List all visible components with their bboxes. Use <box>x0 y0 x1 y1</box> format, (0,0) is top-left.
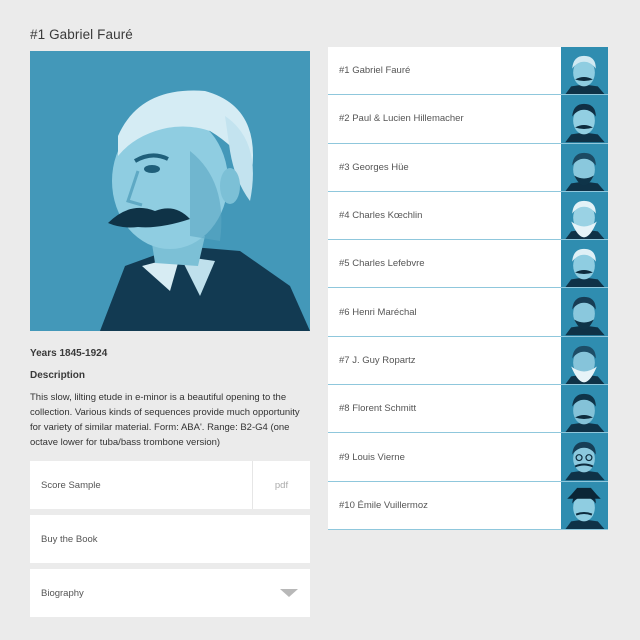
description-text: This slow, lilting etude in e-minor is a… <box>30 392 300 448</box>
composer-thumbnail <box>561 240 608 288</box>
composer-name: #9 Louis Vierne <box>339 451 405 463</box>
composer-thumbnail <box>561 385 608 433</box>
pdf-link[interactable]: pdf <box>252 461 310 509</box>
description-heading: Description <box>30 370 86 381</box>
buy-book-label: Buy the Book <box>41 533 98 545</box>
composer-list-item[interactable]: #3 Georges Hüe <box>328 143 608 192</box>
page-title: #1 Gabriel Fauré <box>30 27 133 42</box>
buy-book-button[interactable]: Buy the Book <box>30 515 310 563</box>
composer-name: #1 Gabriel Fauré <box>339 65 411 77</box>
composer-name: #4 Charles Kœchlin <box>339 210 423 222</box>
score-sample-label: Score Sample <box>41 479 101 491</box>
composer-thumbnail <box>561 47 608 95</box>
composer-name: #2 Paul & Lucien Hillemacher <box>339 113 464 125</box>
composer-name: #8 Florent Schmitt <box>339 403 417 415</box>
composer-name: #10 Émile Vuillermoz <box>339 499 428 511</box>
composer-thumbnail <box>561 288 608 336</box>
composer-list-item[interactable]: #4 Charles Kœchlin <box>328 191 608 241</box>
composer-list-item[interactable]: #8 Florent Schmitt <box>328 385 608 434</box>
composer-thumbnail <box>561 481 608 529</box>
composer-list-item[interactable]: #5 Charles Lefebvre <box>328 240 608 289</box>
composer-name: #6 Henri Maréchal <box>339 306 417 318</box>
composer-list-item[interactable]: #9 Louis Vierne <box>328 433 608 482</box>
composer-list-item[interactable]: #6 Henri Maréchal <box>328 288 608 337</box>
composer-list-item[interactable]: #2 Paul & Lucien Hillemacher <box>328 95 608 144</box>
composer-name: #3 Georges Hüe <box>339 161 409 173</box>
composer-portrait <box>30 51 310 331</box>
composer-list-item[interactable]: #10 Émile Vuillermoz <box>328 481 608 530</box>
composer-thumbnail <box>561 336 608 385</box>
composer-list-item[interactable]: #7 J. Guy Ropartz <box>328 336 608 386</box>
chevron-down-icon <box>280 589 298 597</box>
composer-thumbnail <box>561 433 608 481</box>
composer-list-item[interactable]: #1 Gabriel Fauré <box>328 47 608 96</box>
composer-thumbnail <box>561 143 608 191</box>
composer-years: Years 1845-1924 <box>30 348 108 359</box>
biography-toggle[interactable]: Biography <box>30 569 310 617</box>
composer-thumbnail <box>561 95 608 143</box>
composer-list: #1 Gabriel Fauré #2 Paul & Lucien Hillema… <box>328 47 608 530</box>
composer-name: #7 J. Guy Ropartz <box>339 354 416 366</box>
score-sample-button[interactable]: Score Sample pdf <box>30 461 310 509</box>
composer-name: #5 Charles Lefebvre <box>339 258 425 270</box>
composer-thumbnail <box>561 191 608 240</box>
page: #1 Gabriel Fauré Years 1845-1924 Descrip… <box>0 0 640 640</box>
biography-label: Biography <box>41 587 84 599</box>
